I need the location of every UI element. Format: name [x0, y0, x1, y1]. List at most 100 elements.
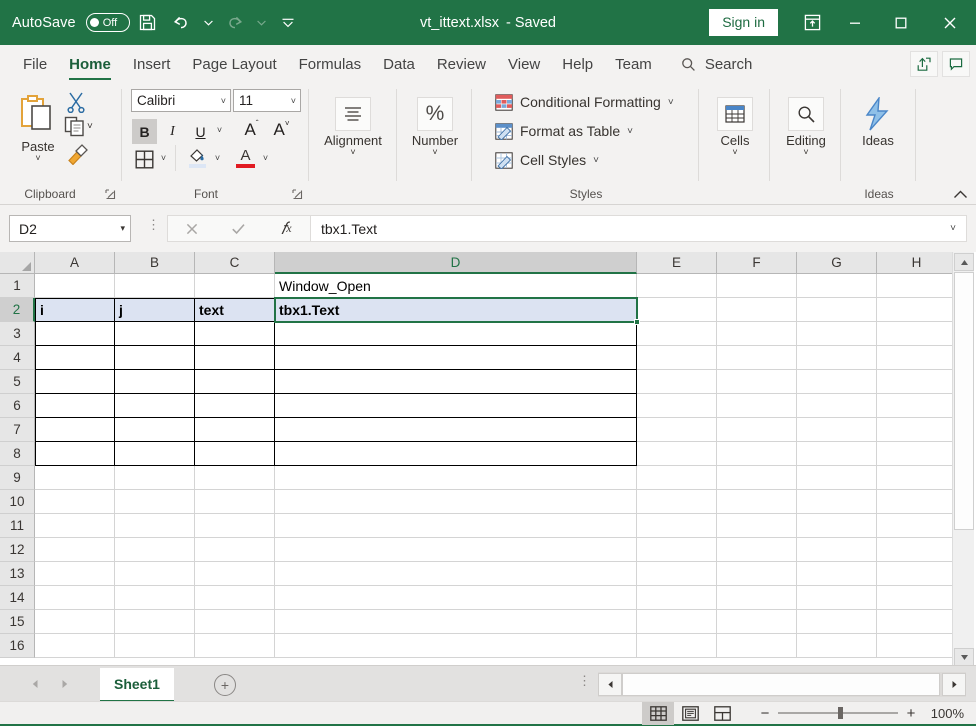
- cell-D12[interactable]: [275, 538, 637, 562]
- column-header-B[interactable]: B: [115, 252, 195, 274]
- zoom-slider-thumb[interactable]: [838, 707, 843, 719]
- cell-D16[interactable]: [275, 634, 637, 658]
- cells-dropdown-icon[interactable]: ˅: [732, 148, 737, 157]
- cell-B9[interactable]: [115, 466, 195, 490]
- cell-E7[interactable]: [637, 418, 717, 442]
- ribbon-display-options-icon[interactable]: [792, 0, 832, 45]
- cell-B2[interactable]: j: [115, 298, 195, 322]
- formula-bar-grip[interactable]: ⋮: [147, 218, 160, 231]
- row-header-15[interactable]: 15: [0, 610, 35, 634]
- cell-B10[interactable]: [115, 490, 195, 514]
- cell-F5[interactable]: [717, 370, 797, 394]
- row-header-14[interactable]: 14: [0, 586, 35, 610]
- font-color-button[interactable]: A: [233, 145, 258, 170]
- cell-F4[interactable]: [717, 346, 797, 370]
- cut-button[interactable]: [66, 91, 86, 113]
- cell-G1[interactable]: [797, 274, 877, 298]
- column-header-F[interactable]: F: [717, 252, 797, 274]
- cell-H16[interactable]: [877, 634, 957, 658]
- page-layout-view-icon[interactable]: [674, 702, 706, 725]
- cell-G2[interactable]: [797, 298, 877, 322]
- horizontal-scrollbar[interactable]: [598, 672, 966, 697]
- document-title[interactable]: vt_ittext.xlsx: [420, 15, 499, 31]
- row-header-9[interactable]: 9: [0, 466, 35, 490]
- undo-icon[interactable]: [166, 7, 198, 39]
- cell-H2[interactable]: [877, 298, 957, 322]
- cell-F2[interactable]: [717, 298, 797, 322]
- scroll-down-arrow-icon[interactable]: [954, 648, 974, 666]
- cell-C12[interactable]: [195, 538, 275, 562]
- column-header-D[interactable]: D: [275, 252, 637, 274]
- cell-A16[interactable]: [35, 634, 115, 658]
- cell-A13[interactable]: [35, 562, 115, 586]
- alignment-button[interactable]: Alignment ˅: [320, 91, 386, 157]
- cell-A11[interactable]: [35, 514, 115, 538]
- cell-G15[interactable]: [797, 610, 877, 634]
- cell-E13[interactable]: [637, 562, 717, 586]
- cell-D11[interactable]: [275, 514, 637, 538]
- cell-G14[interactable]: [797, 586, 877, 610]
- formula-input[interactable]: tbx1.Text ˅: [311, 215, 967, 242]
- cell-D4[interactable]: [275, 346, 637, 370]
- cell-H7[interactable]: [877, 418, 957, 442]
- fill-color-dropdown-icon[interactable]: ˅: [211, 153, 224, 163]
- close-button[interactable]: [924, 0, 976, 45]
- cell-F13[interactable]: [717, 562, 797, 586]
- grow-font-button[interactable]: Aˆ: [239, 117, 264, 142]
- cancel-icon[interactable]: [168, 216, 215, 241]
- editing-button[interactable]: Editing ˅: [777, 91, 835, 157]
- cell-C16[interactable]: [195, 634, 275, 658]
- comment-icon[interactable]: [942, 51, 970, 77]
- cell-E10[interactable]: [637, 490, 717, 514]
- column-header-H[interactable]: H: [877, 252, 957, 274]
- row-header-12[interactable]: 12: [0, 538, 35, 562]
- cell-E16[interactable]: [637, 634, 717, 658]
- cell-H12[interactable]: [877, 538, 957, 562]
- column-header-A[interactable]: A: [35, 252, 115, 274]
- cell-H14[interactable]: [877, 586, 957, 610]
- cells-button[interactable]: Cells ˅: [706, 91, 764, 157]
- cell-E1[interactable]: [637, 274, 717, 298]
- next-sheet-icon[interactable]: [52, 674, 78, 694]
- tab-insert[interactable]: Insert: [122, 45, 182, 83]
- add-sheet-plus-icon[interactable]: +: [214, 674, 236, 696]
- cell-C14[interactable]: [195, 586, 275, 610]
- cell-A9[interactable]: [35, 466, 115, 490]
- tab-team[interactable]: Team: [604, 45, 663, 83]
- cell-F10[interactable]: [717, 490, 797, 514]
- cell-A3[interactable]: [35, 322, 115, 346]
- cell-styles-button[interactable]: Cell Styles ˅: [495, 148, 599, 172]
- cell-A14[interactable]: [35, 586, 115, 610]
- cell-G10[interactable]: [797, 490, 877, 514]
- cell-B1[interactable]: [115, 274, 195, 298]
- font-color-dropdown-icon[interactable]: ˅: [259, 153, 272, 163]
- vertical-scrollbar-thumb[interactable]: [954, 272, 974, 530]
- cell-A4[interactable]: [35, 346, 115, 370]
- cell-E3[interactable]: [637, 322, 717, 346]
- collapse-ribbon-icon[interactable]: [953, 189, 968, 201]
- cell-C1[interactable]: [195, 274, 275, 298]
- row-header-5[interactable]: 5: [0, 370, 35, 394]
- chevron-down-icon[interactable]: ˅: [668, 97, 674, 108]
- tab-view[interactable]: View: [497, 45, 551, 83]
- cell-E15[interactable]: [637, 610, 717, 634]
- cell-C5[interactable]: [195, 370, 275, 394]
- column-header-C[interactable]: C: [195, 252, 275, 274]
- tab-home[interactable]: Home: [58, 45, 122, 83]
- tab-file[interactable]: File: [12, 45, 58, 83]
- cell-E8[interactable]: [637, 442, 717, 466]
- tab-data[interactable]: Data: [372, 45, 426, 83]
- zoom-level-label[interactable]: 100%: [924, 706, 976, 721]
- cell-B6[interactable]: [115, 394, 195, 418]
- row-header-4[interactable]: 4: [0, 346, 35, 370]
- borders-dropdown-icon[interactable]: ˅: [157, 153, 170, 163]
- cell-D14[interactable]: [275, 586, 637, 610]
- name-box[interactable]: D2 ▾: [9, 215, 131, 242]
- underline-button[interactable]: U: [188, 119, 213, 144]
- select-all-corner[interactable]: [0, 252, 35, 274]
- chevron-down-icon[interactable]: ˅: [593, 155, 599, 166]
- cell-F1[interactable]: [717, 274, 797, 298]
- paste-button[interactable]: Paste ˅: [14, 89, 62, 163]
- cell-E5[interactable]: [637, 370, 717, 394]
- number-dropdown-icon[interactable]: ˅: [432, 148, 437, 157]
